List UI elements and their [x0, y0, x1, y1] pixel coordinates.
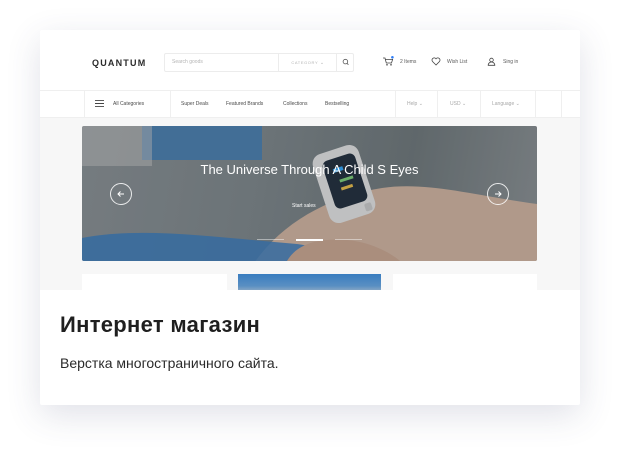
language-label: Language [492, 101, 515, 107]
nav-item-collections[interactable]: Collections [283, 101, 307, 107]
cart-icon[interactable] [382, 56, 394, 67]
chevron-down-icon: ⌄ [319, 60, 325, 66]
site-screenshot: QUANTUM Search goods CATEGORY ⌄ 2 Items … [40, 30, 580, 290]
help-dropdown[interactable]: Help ⌄ [407, 101, 423, 107]
slider-dots [257, 238, 362, 241]
search-button[interactable] [336, 54, 355, 71]
nav-item-super-deals[interactable]: Super Deals [181, 101, 209, 107]
search-input[interactable]: Search goods [172, 59, 203, 65]
project-title: Интернет магазин [60, 312, 261, 337]
nav-divider [170, 91, 171, 117]
chevron-down-icon: ⌄ [418, 101, 423, 107]
nav-container: All Categories Super Deals Featured Bran… [84, 91, 562, 117]
slider-dot[interactable] [257, 239, 284, 240]
slider-dot[interactable] [335, 239, 362, 240]
site-logo[interactable]: QUANTUM [92, 58, 146, 68]
product-tile[interactable] [393, 274, 537, 290]
hero-cta-link[interactable]: Start sales [292, 203, 316, 209]
arrow-left-icon [117, 191, 124, 197]
menu-icon[interactable] [95, 100, 104, 107]
chevron-down-icon: ⌄ [515, 101, 520, 107]
wishlist-link[interactable]: Wish List [447, 59, 467, 65]
user-icon[interactable] [487, 57, 496, 66]
nav-divider [395, 91, 396, 117]
slider-next-button[interactable] [487, 183, 509, 205]
search-icon [342, 58, 349, 65]
currency-label: USD [450, 101, 461, 107]
nav-divider [437, 91, 438, 117]
project-description: Верстка многостраничного сайта. [60, 355, 279, 371]
help-label: Help [407, 101, 418, 107]
language-dropdown[interactable]: Language ⌄ [492, 101, 520, 107]
search-bar: Search goods CATEGORY ⌄ [164, 53, 354, 72]
nav-item-featured-brands[interactable]: Featured Brands [226, 101, 263, 107]
all-categories-link[interactable]: All Categories [113, 101, 144, 107]
nav-divider [480, 91, 481, 117]
currency-dropdown[interactable]: USD ⌄ [450, 101, 466, 107]
arrow-right-icon [495, 191, 502, 197]
signin-link[interactable]: Sing in [503, 59, 518, 65]
hero-title: The Universe Through A Child S Eyes [200, 162, 419, 177]
hero-slider: The Universe Through A Child S Eyes Star… [82, 126, 537, 261]
product-tile[interactable] [82, 274, 227, 290]
chevron-down-icon: ⌄ [461, 101, 467, 107]
product-tile[interactable] [238, 274, 381, 290]
category-select[interactable]: CATEGORY ⌄ [278, 54, 337, 71]
site-header: QUANTUM Search goods CATEGORY ⌄ 2 Items … [40, 30, 580, 90]
slider-prev-button[interactable] [110, 183, 132, 205]
slider-dot-active[interactable] [296, 238, 323, 241]
cart-link[interactable]: 2 Items [400, 59, 416, 65]
portfolio-card: QUANTUM Search goods CATEGORY ⌄ 2 Items … [40, 30, 580, 405]
heart-icon[interactable] [431, 57, 441, 66]
nav-divider [535, 91, 536, 117]
site-nav: All Categories Super Deals Featured Bran… [40, 90, 580, 118]
category-label: CATEGORY [291, 60, 319, 65]
nav-item-bestselling[interactable]: Bestselling [325, 101, 349, 107]
